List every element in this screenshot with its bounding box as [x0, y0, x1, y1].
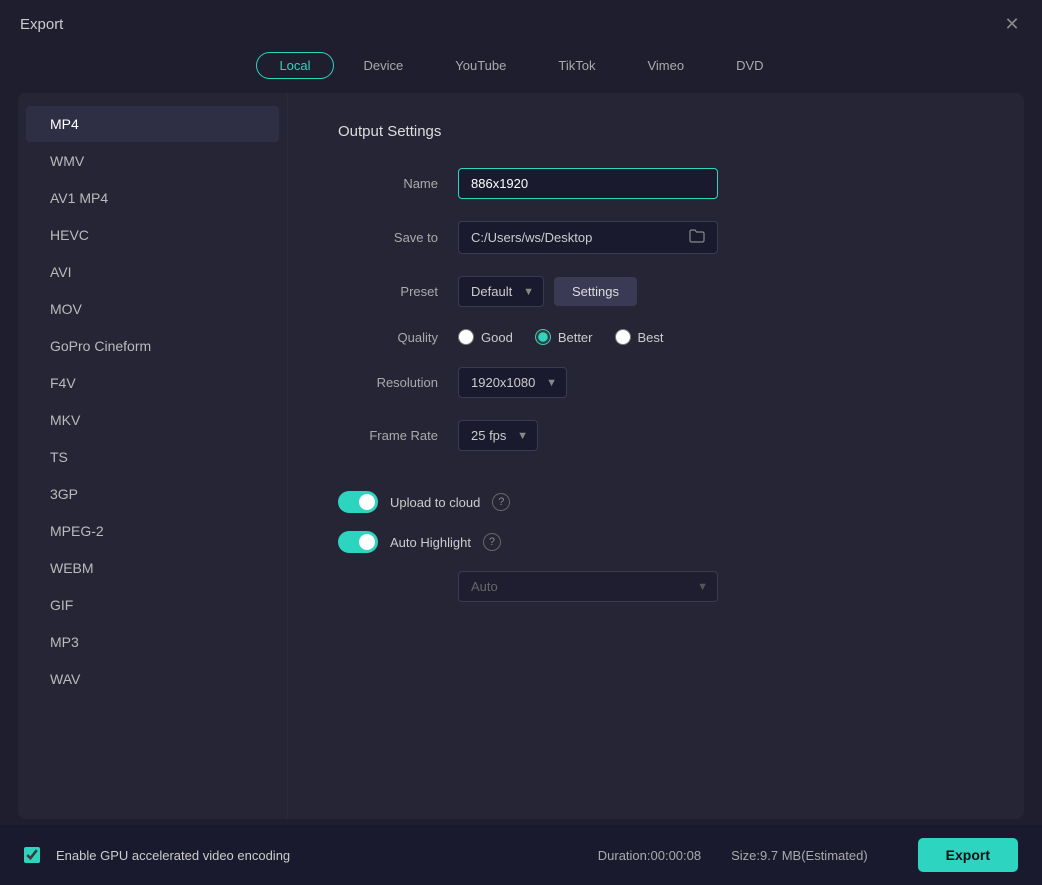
size-text: Size:9.7 MB(Estimated): [731, 848, 868, 863]
sidebar-item-3gp[interactable]: 3GP: [26, 476, 279, 512]
sidebar-item-wav[interactable]: WAV: [26, 661, 279, 697]
name-row: Name: [338, 168, 974, 199]
sidebar-item-mkv[interactable]: MKV: [26, 402, 279, 438]
quality-better-radio[interactable]: [535, 329, 551, 345]
sidebar-item-gopro[interactable]: GoPro Cineform: [26, 328, 279, 364]
tab-local[interactable]: Local: [256, 52, 333, 79]
gpu-label[interactable]: Enable GPU accelerated video encoding: [56, 848, 290, 863]
bottom-bar: Enable GPU accelerated video encoding Du…: [0, 825, 1042, 885]
sidebar-item-avi[interactable]: AVI: [26, 254, 279, 290]
resolution-label: Resolution: [338, 375, 438, 390]
quality-good-radio[interactable]: [458, 329, 474, 345]
sidebar-item-ts[interactable]: TS: [26, 439, 279, 475]
sidebar: MP4 WMV AV1 MP4 HEVC AVI MOV GoPro Cinef…: [18, 93, 288, 819]
preset-controls: Default ▼ Settings: [458, 276, 637, 307]
preset-row: Preset Default ▼ Settings: [338, 276, 974, 307]
upload-cloud-row: Upload to cloud ?: [338, 491, 974, 513]
preset-label: Preset: [338, 284, 438, 299]
duration-text: Duration:00:00:08: [598, 848, 701, 863]
sidebar-item-wmv[interactable]: WMV: [26, 143, 279, 179]
close-button[interactable]: ✕: [1002, 14, 1022, 34]
tab-youtube[interactable]: YouTube: [433, 52, 528, 79]
auto-highlight-label: Auto Highlight: [390, 535, 471, 550]
sidebar-item-gif[interactable]: GIF: [26, 587, 279, 623]
window-title: Export: [20, 16, 63, 33]
sidebar-item-webm[interactable]: WEBM: [26, 550, 279, 586]
save-to-field: C:/Users/ws/Desktop: [458, 221, 718, 254]
upload-cloud-slider: [338, 491, 378, 513]
tab-dvd[interactable]: DVD: [714, 52, 785, 79]
framerate-select-wrap: 25 fps ▼: [458, 420, 538, 451]
export-window: Export ✕ Local Device YouTube TikTok Vim…: [0, 0, 1042, 885]
tab-tiktok[interactable]: TikTok: [536, 52, 617, 79]
framerate-select[interactable]: 25 fps: [458, 420, 538, 451]
sidebar-item-mp4[interactable]: MP4: [26, 106, 279, 142]
export-button[interactable]: Export: [918, 838, 1018, 872]
auto-highlight-help-icon[interactable]: ?: [483, 533, 501, 551]
quality-row: Quality Good Better Best: [338, 329, 974, 345]
folder-icon[interactable]: [689, 229, 705, 246]
auto-select-wrap: Auto ▼: [458, 571, 718, 602]
quality-better-label[interactable]: Better: [535, 329, 593, 345]
sidebar-item-hevc[interactable]: HEVC: [26, 217, 279, 253]
tab-bar: Local Device YouTube TikTok Vimeo DVD: [0, 44, 1042, 93]
sidebar-item-mov[interactable]: MOV: [26, 291, 279, 327]
content-area: Output Settings Name Save to C:/Users/ws…: [288, 93, 1024, 819]
framerate-label: Frame Rate: [338, 428, 438, 443]
save-to-path: C:/Users/ws/Desktop: [471, 230, 681, 245]
tab-device[interactable]: Device: [342, 52, 426, 79]
resolution-row: Resolution 1920x1080 ▼: [338, 367, 974, 398]
quality-good-text: Good: [481, 330, 513, 345]
name-label: Name: [338, 176, 438, 191]
sidebar-item-mpeg2[interactable]: MPEG-2: [26, 513, 279, 549]
quality-best-label[interactable]: Best: [615, 329, 664, 345]
framerate-controls: 25 fps ▼: [458, 420, 538, 451]
bottom-info: Duration:00:00:08 Size:9.7 MB(Estimated)…: [598, 838, 1018, 872]
auto-highlight-toggle[interactable]: [338, 531, 378, 553]
settings-button[interactable]: Settings: [554, 277, 637, 306]
framerate-row: Frame Rate 25 fps ▼: [338, 420, 974, 451]
upload-cloud-label: Upload to cloud: [390, 495, 480, 510]
upload-cloud-help-icon[interactable]: ?: [492, 493, 510, 511]
tab-vimeo[interactable]: Vimeo: [625, 52, 706, 79]
auto-highlight-row: Auto Highlight ?: [338, 531, 974, 553]
output-settings-title: Output Settings: [338, 123, 974, 140]
quality-better-text: Better: [558, 330, 593, 345]
save-to-label: Save to: [338, 230, 438, 245]
preset-select-wrap: Default ▼: [458, 276, 544, 307]
quality-good-label[interactable]: Good: [458, 329, 513, 345]
auto-highlight-slider: [338, 531, 378, 553]
resolution-controls: 1920x1080 ▼: [458, 367, 567, 398]
main-content: MP4 WMV AV1 MP4 HEVC AVI MOV GoPro Cinef…: [18, 93, 1024, 819]
upload-cloud-toggle[interactable]: [338, 491, 378, 513]
sidebar-item-mp3[interactable]: MP3: [26, 624, 279, 660]
quality-label: Quality: [338, 330, 438, 345]
quality-best-radio[interactable]: [615, 329, 631, 345]
quality-options: Good Better Best: [458, 329, 664, 345]
quality-best-text: Best: [638, 330, 664, 345]
sidebar-item-f4v[interactable]: F4V: [26, 365, 279, 401]
auto-select-container: Auto ▼: [458, 571, 974, 602]
save-to-row: Save to C:/Users/ws/Desktop: [338, 221, 974, 254]
gpu-checkbox[interactable]: [24, 847, 40, 863]
resolution-select-wrap: 1920x1080 ▼: [458, 367, 567, 398]
resolution-select[interactable]: 1920x1080: [458, 367, 567, 398]
auto-select[interactable]: Auto: [458, 571, 718, 602]
preset-select[interactable]: Default: [458, 276, 544, 307]
title-bar: Export ✕: [0, 0, 1042, 44]
sidebar-item-av1mp4[interactable]: AV1 MP4: [26, 180, 279, 216]
name-input[interactable]: [458, 168, 718, 199]
